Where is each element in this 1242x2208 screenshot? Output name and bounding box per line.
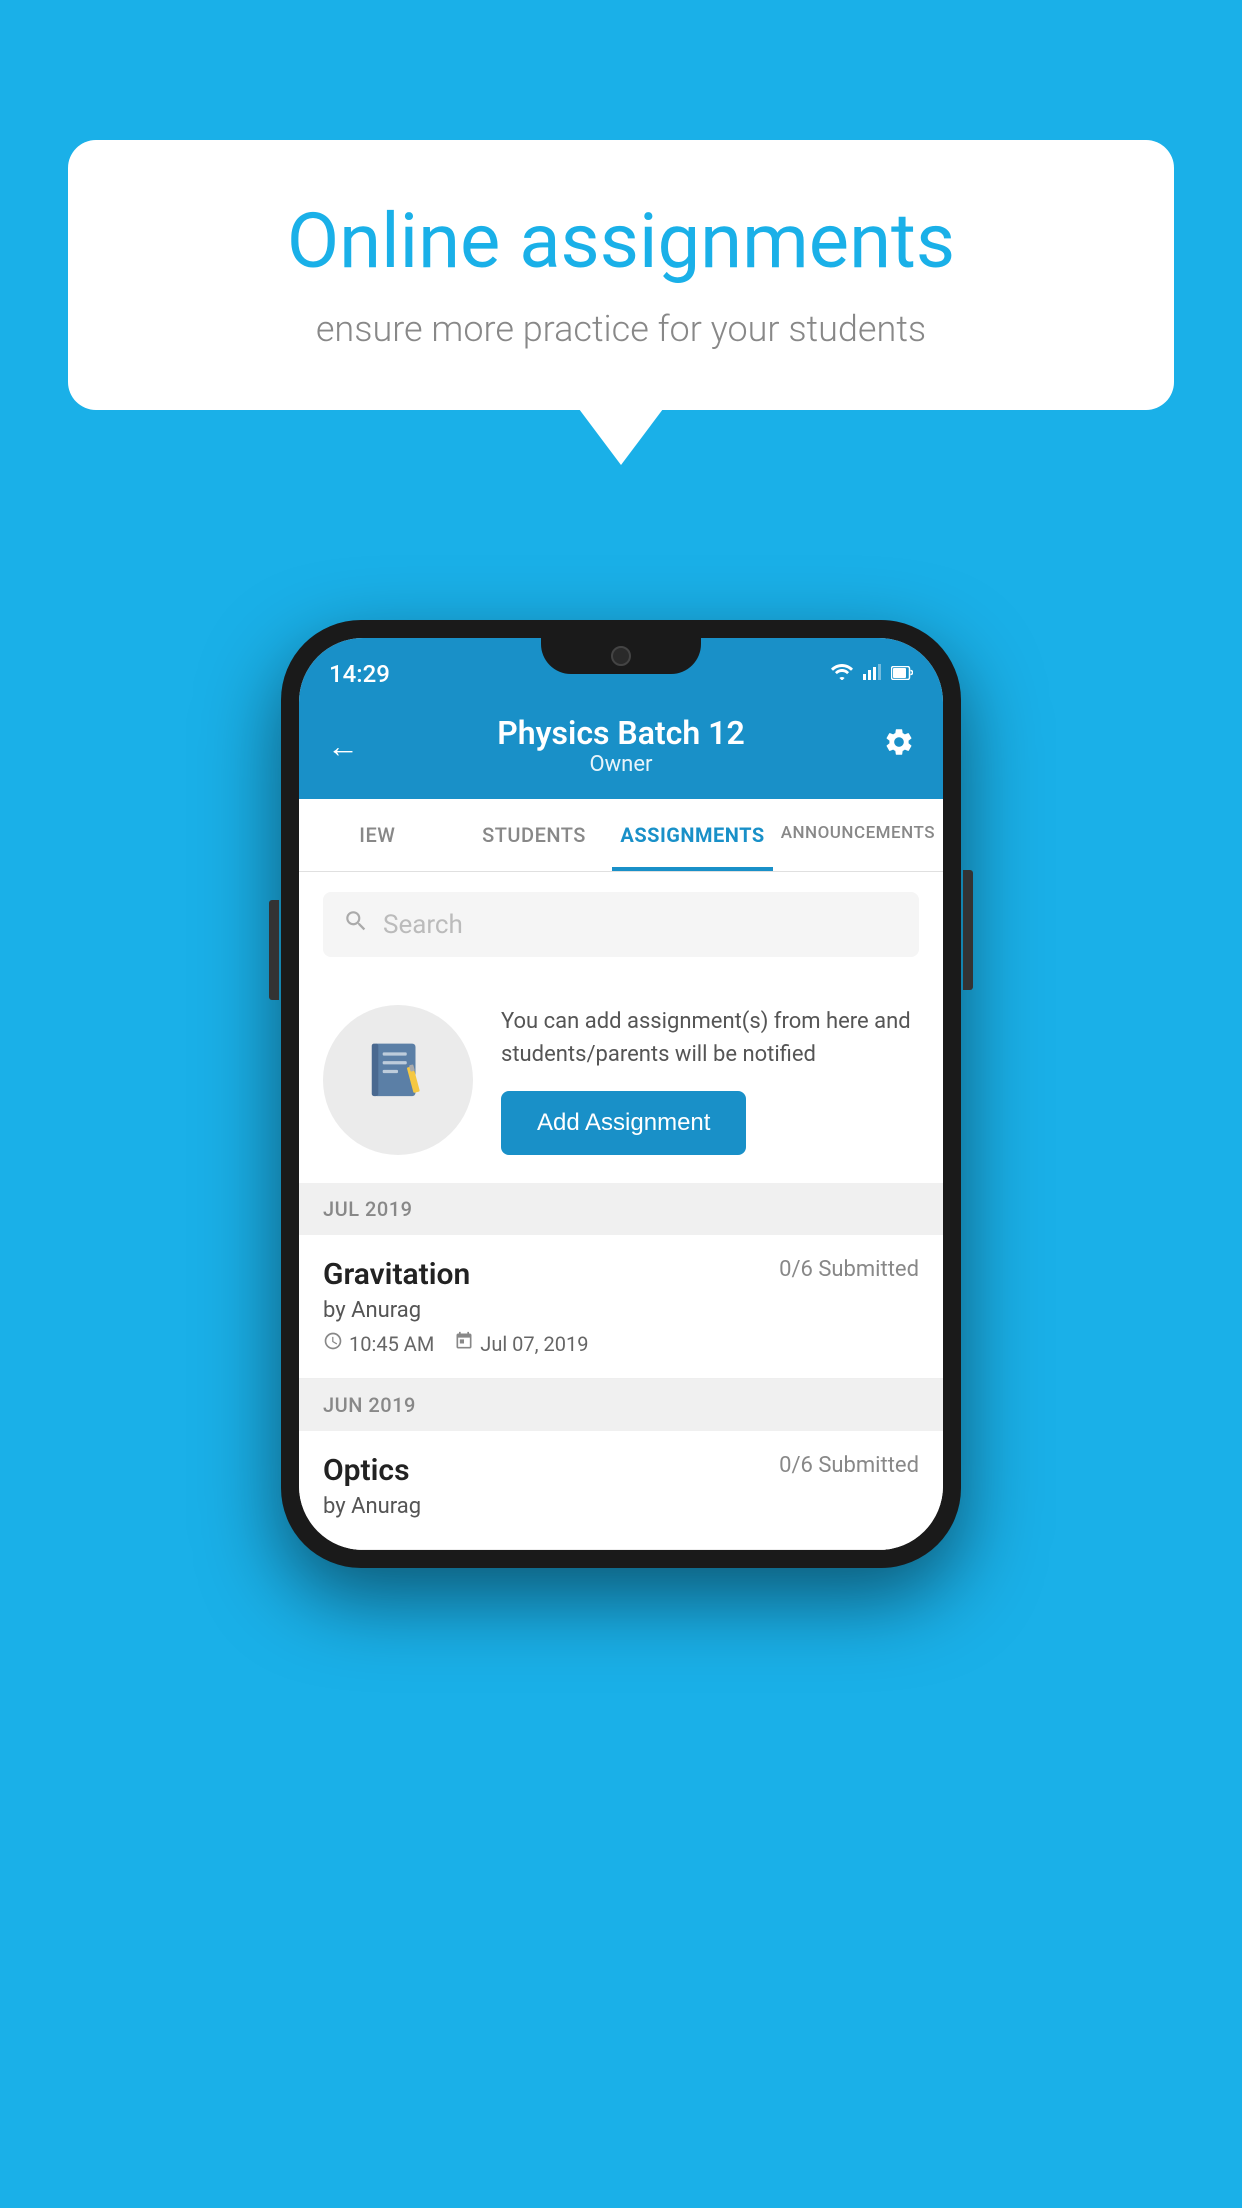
camera [611, 646, 631, 666]
notebook-icon [363, 1037, 433, 1123]
speech-bubble-container: Online assignments ensure more practice … [68, 140, 1174, 410]
app-header: ← Physics Batch 12 Owner [299, 696, 943, 799]
search-placeholder: Search [383, 910, 463, 940]
batch-subtitle: Owner [497, 752, 744, 777]
search-container: Search [299, 872, 943, 977]
clock-icon [323, 1331, 343, 1356]
info-text-container: You can add assignment(s) from here and … [501, 1005, 919, 1155]
phone-notch [541, 638, 701, 674]
tab-announcements[interactable]: ANNOUNCEMENTS [773, 799, 943, 871]
battery-icon [891, 664, 913, 685]
assignment-author-optics: by Anurag [323, 1494, 919, 1519]
info-description: You can add assignment(s) from here and … [501, 1005, 919, 1071]
assignment-author: by Anurag [323, 1298, 919, 1323]
phone-screen: 14:29 [299, 638, 943, 1550]
add-assignment-button[interactable]: Add Assignment [501, 1091, 746, 1155]
phone-container: 14:29 [281, 620, 961, 1568]
assignment-item-gravitation[interactable]: Gravitation 0/6 Submitted by Anurag 10:4… [299, 1235, 943, 1379]
tab-students[interactable]: STUDENTS [456, 799, 613, 871]
status-icons [831, 664, 913, 685]
section-header-jun: JUN 2019 [299, 1379, 943, 1431]
assignment-title-optics: Optics [323, 1453, 410, 1488]
tabs-container: IEW STUDENTS ASSIGNMENTS ANNOUNCEMENTS [299, 799, 943, 872]
header-title-container: Physics Batch 12 Owner [497, 714, 744, 777]
assignment-icon-circle [323, 1005, 473, 1155]
info-section: You can add assignment(s) from here and … [299, 977, 943, 1183]
assignment-time: 10:45 AM [323, 1331, 434, 1356]
speech-bubble: Online assignments ensure more practice … [68, 140, 1174, 410]
section-header-jul: JUL 2019 [299, 1183, 943, 1235]
back-button[interactable]: ← [327, 727, 359, 765]
tab-view[interactable]: IEW [299, 799, 456, 871]
status-time: 14:29 [329, 660, 390, 688]
speech-bubble-subtitle: ensure more practice for your students [138, 308, 1104, 350]
calendar-icon [454, 1331, 474, 1356]
assignment-row-top-optics: Optics 0/6 Submitted [323, 1453, 919, 1488]
tab-assignments[interactable]: ASSIGNMENTS [612, 799, 772, 871]
search-bar[interactable]: Search [323, 892, 919, 957]
settings-button[interactable] [883, 726, 915, 766]
signal-icon [863, 664, 881, 685]
assignment-submitted: 0/6 Submitted [779, 1257, 919, 1282]
assignment-item-optics[interactable]: Optics 0/6 Submitted by Anurag [299, 1431, 943, 1550]
phone-outer: 14:29 [281, 620, 961, 1568]
assignment-submitted-optics: 0/6 Submitted [779, 1453, 919, 1478]
assignment-meta: 10:45 AM Jul 07, 2019 [323, 1331, 919, 1356]
wifi-icon [831, 664, 853, 685]
speech-bubble-title: Online assignments [138, 200, 1104, 284]
assignment-date: Jul 07, 2019 [454, 1331, 588, 1356]
assignment-title: Gravitation [323, 1257, 470, 1292]
search-icon [343, 908, 369, 941]
assignment-row-top: Gravitation 0/6 Submitted [323, 1257, 919, 1292]
batch-title: Physics Batch 12 [497, 714, 744, 752]
